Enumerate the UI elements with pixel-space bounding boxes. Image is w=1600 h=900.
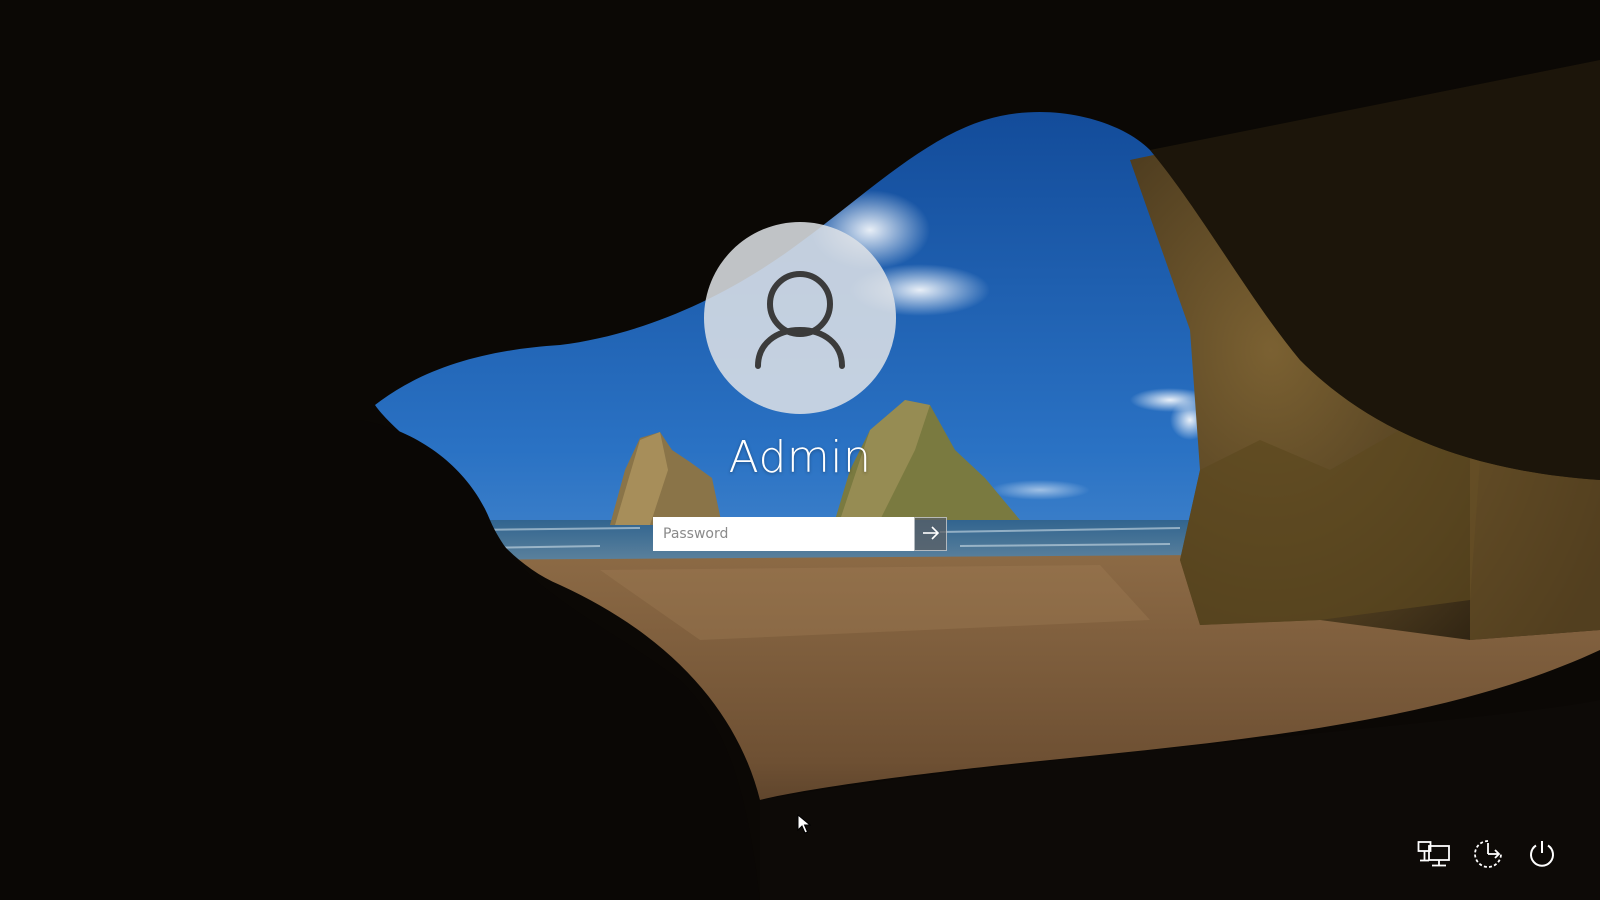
ease-of-access-button[interactable] <box>1470 838 1506 874</box>
mouse-pointer-icon <box>797 813 812 838</box>
password-row <box>653 517 947 551</box>
arrow-right-icon <box>922 525 940 544</box>
power-button[interactable] <box>1524 838 1560 874</box>
network-button[interactable] <box>1416 838 1452 874</box>
ease-of-access-icon <box>1472 838 1504 874</box>
sign-in-panel: Admin <box>0 0 1600 900</box>
user-name: Admin <box>728 432 872 483</box>
network-icon <box>1417 840 1451 872</box>
user-silhouette-icon <box>752 266 848 370</box>
password-input[interactable] <box>653 517 914 551</box>
avatar <box>704 222 896 414</box>
power-icon <box>1527 839 1557 873</box>
lock-screen: Admin <box>0 0 1600 900</box>
system-tray <box>1416 838 1560 874</box>
submit-button[interactable] <box>914 517 947 551</box>
